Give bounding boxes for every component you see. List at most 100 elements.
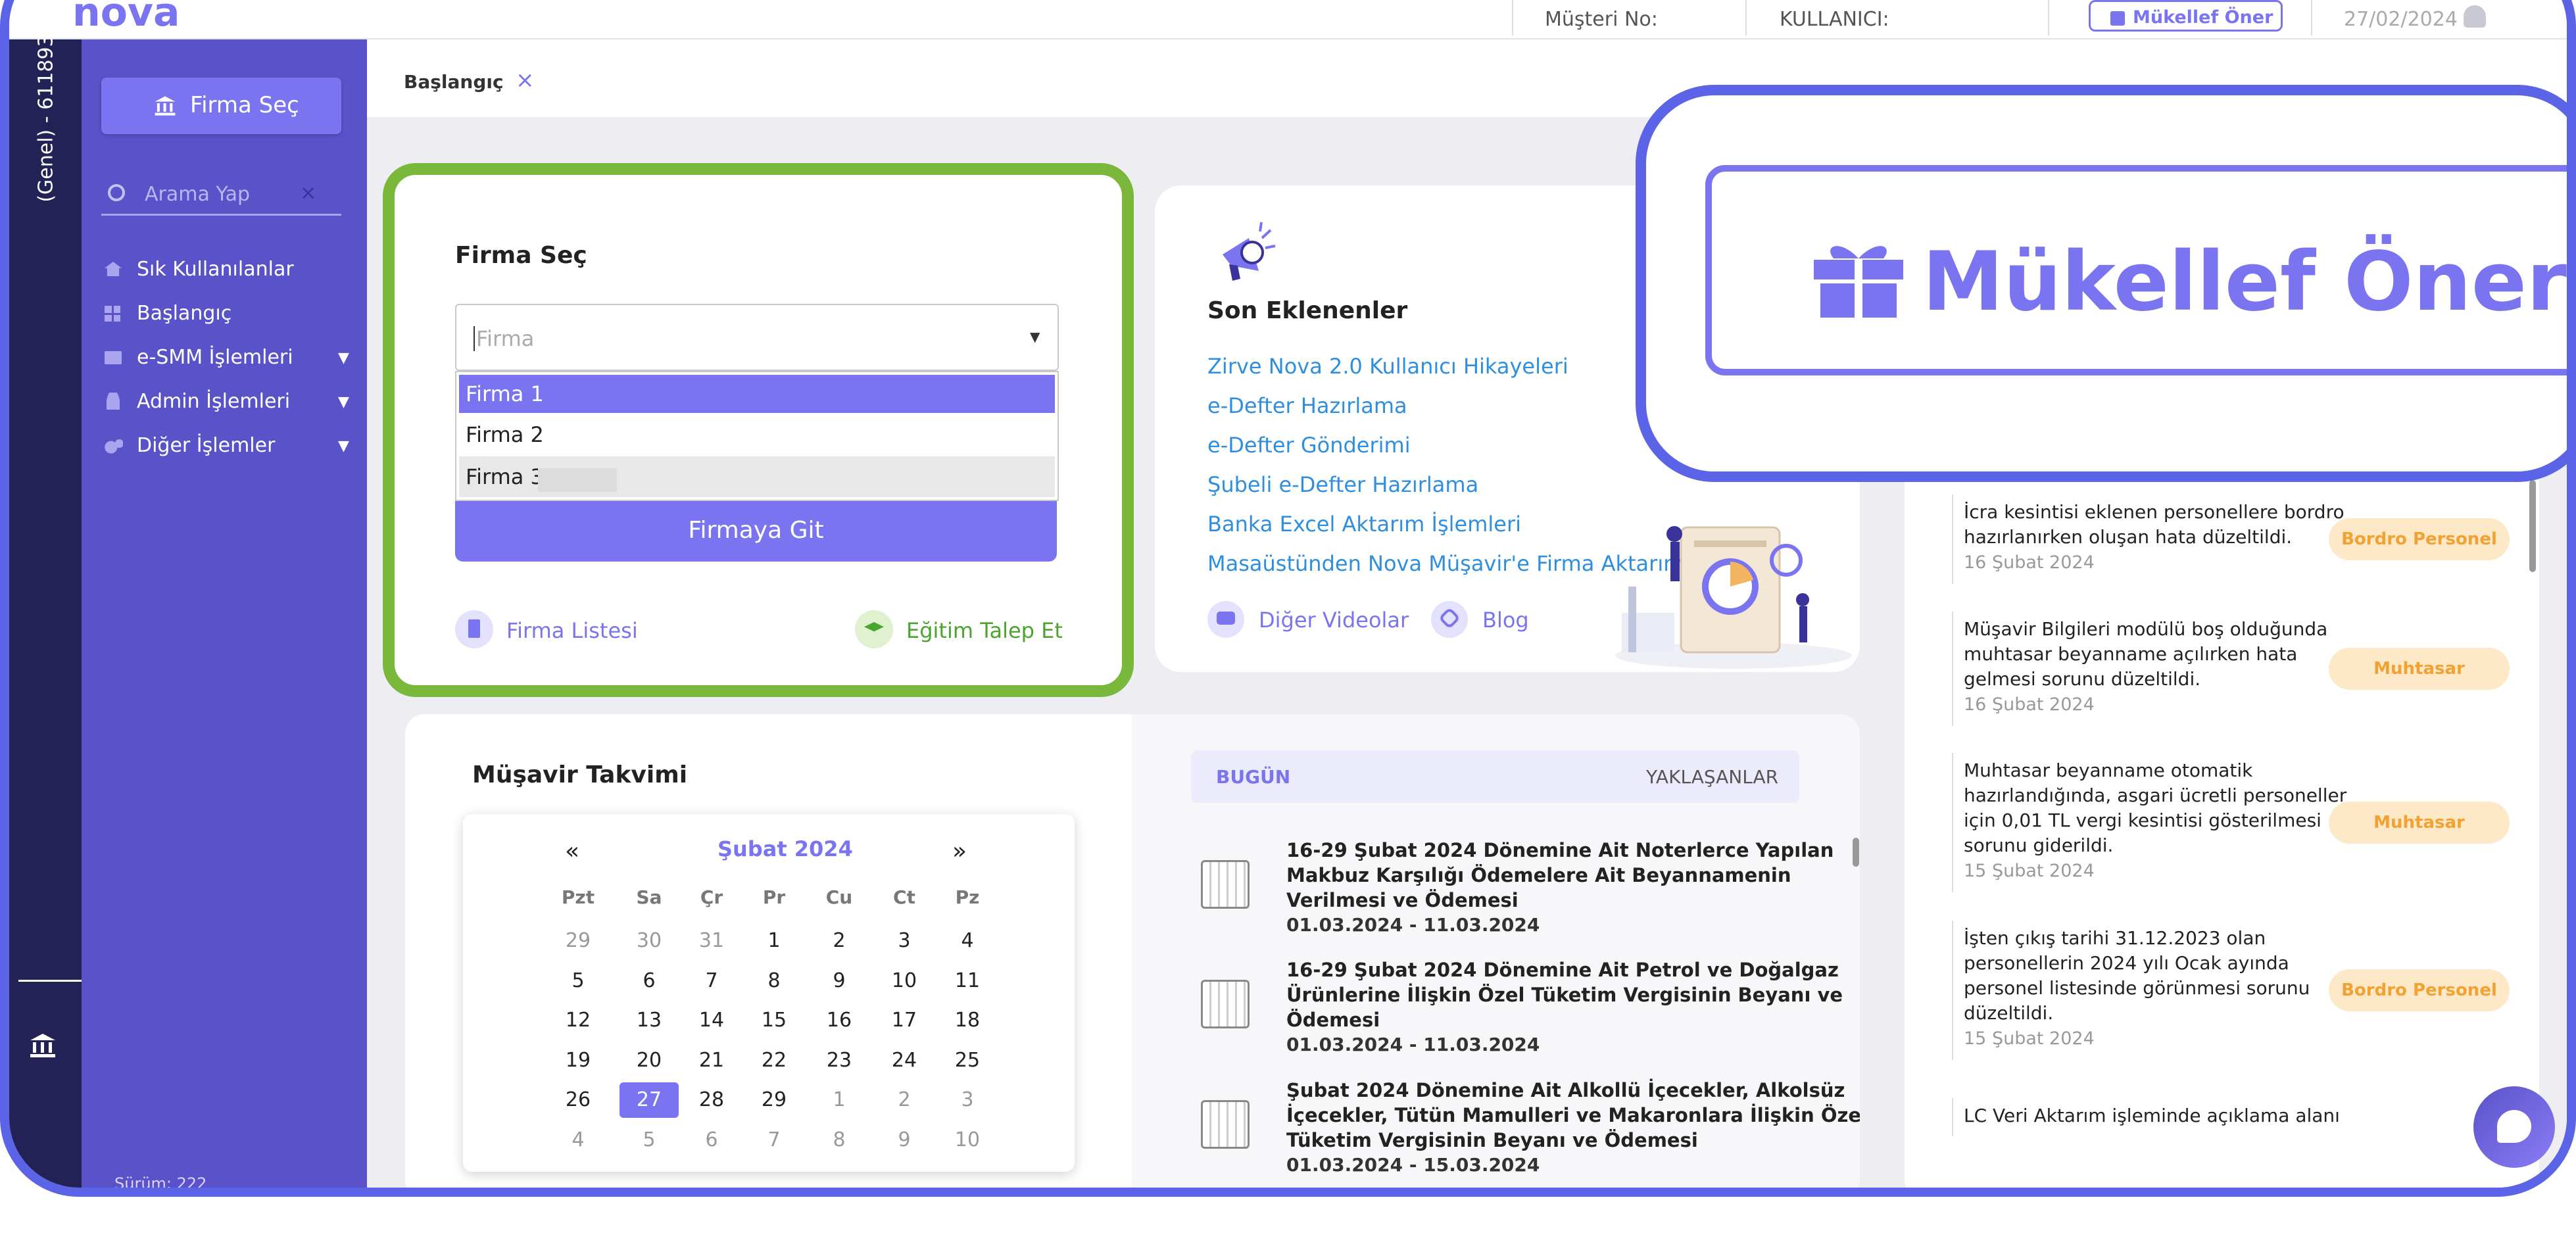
firma-list-link[interactable]: Firma Listesi — [455, 609, 652, 651]
sidebar: Firma Seç Arama Yap × Sık Kullanılanlar … — [82, 39, 367, 1188]
calendar-day[interactable]: 29 — [744, 1082, 804, 1118]
bank-icon[interactable] — [29, 1032, 57, 1059]
news-divider — [1952, 1098, 1953, 1136]
calendar-day[interactable]: 15 — [744, 1003, 804, 1038]
sidebar-item-admin[interactable]: Admin İşlemleri ▼ — [101, 386, 351, 419]
firma-dropdown: Firma 1 Firma 2 Firma 3 — [455, 371, 1059, 501]
calendar-day[interactable]: 26 — [548, 1082, 608, 1118]
calendar-day[interactable]: 20 — [620, 1043, 679, 1078]
calendar-day[interactable]: 16 — [810, 1003, 869, 1038]
callout-zoom: Mükellef Öner — [1636, 85, 2567, 482]
weekday-label: Pz — [955, 886, 980, 908]
sidebar-item-sik-kullanilanlar[interactable]: Sık Kullanılanlar — [101, 254, 351, 287]
calendar-day[interactable]: 7 — [744, 1122, 804, 1158]
megaphone-icon — [1213, 218, 1278, 284]
sidebar-item-baslangic[interactable]: Başlangıç — [101, 298, 351, 331]
calendar-day[interactable]: 10 — [875, 963, 934, 999]
calendar-day[interactable]: 31 — [682, 923, 741, 959]
play-glyph — [1217, 612, 1235, 625]
recent-link[interactable]: Zirve Nova 2.0 Kullanıcı Hikayeleri — [1207, 354, 1568, 379]
calendar-day[interactable]: 12 — [548, 1003, 608, 1038]
option-label: Firma 3 — [466, 464, 544, 489]
sidebar-item-diger[interactable]: Diğer İşlemler ▼ — [101, 430, 351, 463]
news-tag-badge[interactable]: Bordro Personel — [2329, 518, 2510, 560]
calendar-day[interactable]: 19 — [548, 1043, 608, 1078]
training-label: Eğitim Talep Et — [906, 618, 1063, 643]
calendar-day[interactable]: 18 — [938, 1003, 997, 1038]
calendar-day[interactable]: 10 — [938, 1122, 997, 1158]
calendar-day[interactable]: 4 — [548, 1122, 608, 1158]
calendar-day[interactable]: 3 — [938, 1082, 997, 1118]
chat-button[interactable] — [2473, 1086, 2555, 1168]
calendar-day[interactable]: 6 — [620, 963, 679, 999]
dropdown-option[interactable]: Firma 3 — [459, 456, 1055, 497]
calendar-day[interactable]: 14 — [682, 1003, 741, 1038]
event-title-line: İçecekler, Tütün Mamulleri ve Makaronlar… — [1286, 1104, 1860, 1126]
gift-icon — [2110, 11, 2125, 26]
calendar-day[interactable]: 8 — [744, 963, 804, 999]
news-text-line: düzeltildi. — [1964, 1002, 2054, 1024]
calendar-day[interactable]: 25 — [938, 1043, 997, 1078]
calendar-day[interactable]: 7 — [682, 963, 741, 999]
close-icon[interactable]: × — [516, 67, 535, 93]
firma-select[interactable]: Firma ▼ — [455, 304, 1059, 371]
calendar-day[interactable]: 6 — [682, 1122, 741, 1158]
chevron-down-icon: ▼ — [338, 438, 349, 454]
calendar-day[interactable]: 9 — [810, 963, 869, 999]
dropdown-option[interactable]: Firma 1 — [459, 375, 1055, 413]
bell-icon[interactable] — [2464, 5, 2486, 28]
training-link[interactable]: Eğitim Talep Et — [855, 609, 1065, 651]
calendar-day[interactable]: 5 — [620, 1122, 679, 1158]
calendar-day[interactable]: 22 — [744, 1043, 804, 1078]
calendar-day[interactable]: 11 — [938, 963, 997, 999]
calendar-day[interactable]: 29 — [548, 923, 608, 959]
sidebar-search[interactable]: Arama Yap × — [101, 178, 341, 216]
blog-link[interactable]: Blog — [1431, 600, 1549, 639]
workspace-label[interactable]: (Genel) - 611893 — [35, 34, 58, 202]
dropdown-option[interactable]: Firma 2 — [459, 416, 1055, 454]
calendar-day[interactable]: 4 — [938, 923, 997, 959]
calendar-day[interactable]: 28 — [682, 1082, 741, 1118]
calendar-day[interactable]: 13 — [620, 1003, 679, 1038]
go-to-firma-button[interactable]: Firmaya Git — [455, 501, 1057, 562]
suggest-button[interactable]: Mükellef Öner — [2089, 0, 2283, 32]
firma-select-button[interactable]: Firma Seç — [101, 78, 341, 134]
event-title-line: Şubat 2024 Dönemine Ait Alkollü İçecekle… — [1286, 1079, 1845, 1101]
suggest-label: Mükellef Öner — [2133, 7, 2273, 28]
recent-link[interactable]: e-Defter Gönderimi — [1207, 433, 1411, 458]
building-glyph — [468, 619, 480, 638]
calendar-day[interactable]: 24 — [875, 1043, 934, 1078]
calendar-day[interactable]: 1 — [810, 1082, 869, 1118]
calendar-day[interactable]: 27 — [620, 1082, 679, 1118]
calendar-title: Müşavir Takvimi — [472, 761, 688, 788]
calendar-day[interactable]: 21 — [682, 1043, 741, 1078]
sidebar-item-label: Admin İşlemleri — [137, 390, 291, 413]
news-tag-badge[interactable]: Bordro Personel — [2329, 969, 2510, 1011]
recent-link[interactable]: e-Defter Hazırlama — [1207, 393, 1407, 418]
calendar-day[interactable]: 2 — [875, 1082, 934, 1118]
tab-baslangic[interactable]: Başlangıç × — [404, 64, 542, 97]
calendar-day[interactable]: 2 — [810, 923, 869, 959]
news-tag-badge[interactable]: Muhtasar — [2329, 802, 2510, 844]
callout-button[interactable]: Mükellef Öner — [1705, 165, 2567, 375]
calendar-day[interactable]: 17 — [875, 1003, 934, 1038]
weekday-label: Cu — [825, 886, 853, 908]
news-tag-badge[interactable]: Muhtasar — [2329, 648, 2510, 690]
brand-logo[interactable]: nova — [72, 0, 180, 36]
recent-link[interactable]: Şubeli e-Defter Hazırlama — [1207, 472, 1478, 497]
clear-icon[interactable]: × — [300, 181, 316, 205]
calendar-day[interactable]: 5 — [548, 963, 608, 999]
calendar-day[interactable]: 3 — [875, 923, 934, 959]
weekday-label: Çr — [700, 886, 723, 908]
recent-link[interactable]: Banka Excel Aktarım İşlemleri — [1207, 512, 1521, 537]
calendar-day[interactable]: 23 — [810, 1043, 869, 1078]
calendar-day[interactable]: 9 — [875, 1122, 934, 1158]
calendar-day[interactable]: 1 — [744, 923, 804, 959]
calendar-day[interactable]: 8 — [810, 1122, 869, 1158]
firma-select-label: Firma Seç — [190, 92, 299, 118]
sidebar-item-label: Başlangıç — [137, 302, 232, 325]
calendar-day[interactable]: 30 — [620, 923, 679, 959]
sidebar-item-esmm[interactable]: e-SMM İşlemleri ▼ — [101, 342, 351, 375]
news-divider — [1952, 753, 1953, 892]
videos-link[interactable]: Diğer Videolar — [1207, 600, 1409, 639]
